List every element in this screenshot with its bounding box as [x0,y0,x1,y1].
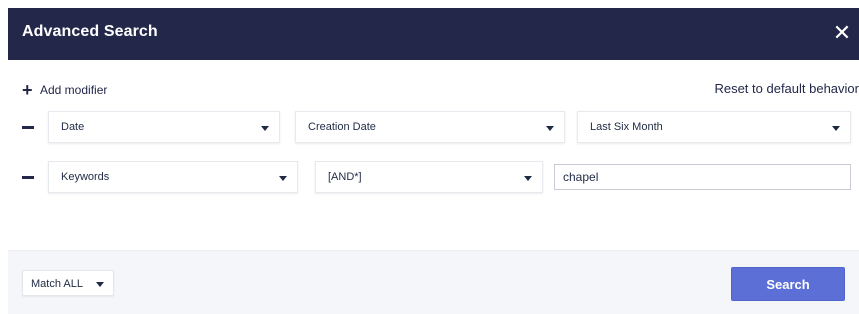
add-modifier-button[interactable]: + Add modifier [22,80,107,100]
minus-icon[interactable] [22,167,36,187]
chevron-down-icon [261,126,269,131]
modifier-row: Date Creation Date Last Six Month [8,111,859,143]
field-select-value: Keywords [61,171,110,183]
plus-icon: + [22,80,33,100]
advanced-search-dialog: Advanced Search ✕ + Add modifier Reset t… [8,8,859,314]
modifier-row: Keywords [AND*] chapel [8,161,859,193]
dialog-header: Advanced Search ✕ [8,8,859,60]
search-button[interactable]: Search [731,267,845,301]
minus-icon[interactable] [22,117,36,137]
operator-select[interactable]: Creation Date [295,111,565,143]
chevron-down-icon [524,176,532,181]
match-mode-select[interactable]: Match ALL [22,270,114,296]
close-icon[interactable]: ✕ [829,20,855,46]
value-select-value: Last Six Month [590,121,663,133]
chevron-down-icon [546,126,554,131]
dialog-footer: Match ALL Search [8,250,859,314]
field-select-value: Date [61,121,85,133]
operator-select-value: [AND*] [328,171,362,183]
dialog-title: Advanced Search [22,23,158,40]
add-modifier-label: Add modifier [40,83,108,97]
chevron-down-icon [832,126,840,131]
reset-to-default-link[interactable]: Reset to default behavior [714,81,859,96]
chevron-down-icon [279,176,287,181]
field-select[interactable]: Keywords [48,161,298,193]
operator-select-value: Creation Date [308,121,376,133]
modifier-toolbar: + Add modifier Reset to default behavior [8,80,859,100]
match-mode-value: Match ALL [31,278,83,290]
operator-select[interactable]: [AND*] [315,161,543,193]
field-select[interactable]: Date [48,111,280,143]
keyword-input[interactable]: chapel [554,164,851,190]
value-select[interactable]: Last Six Month [577,111,851,143]
chevron-down-icon [96,282,104,287]
